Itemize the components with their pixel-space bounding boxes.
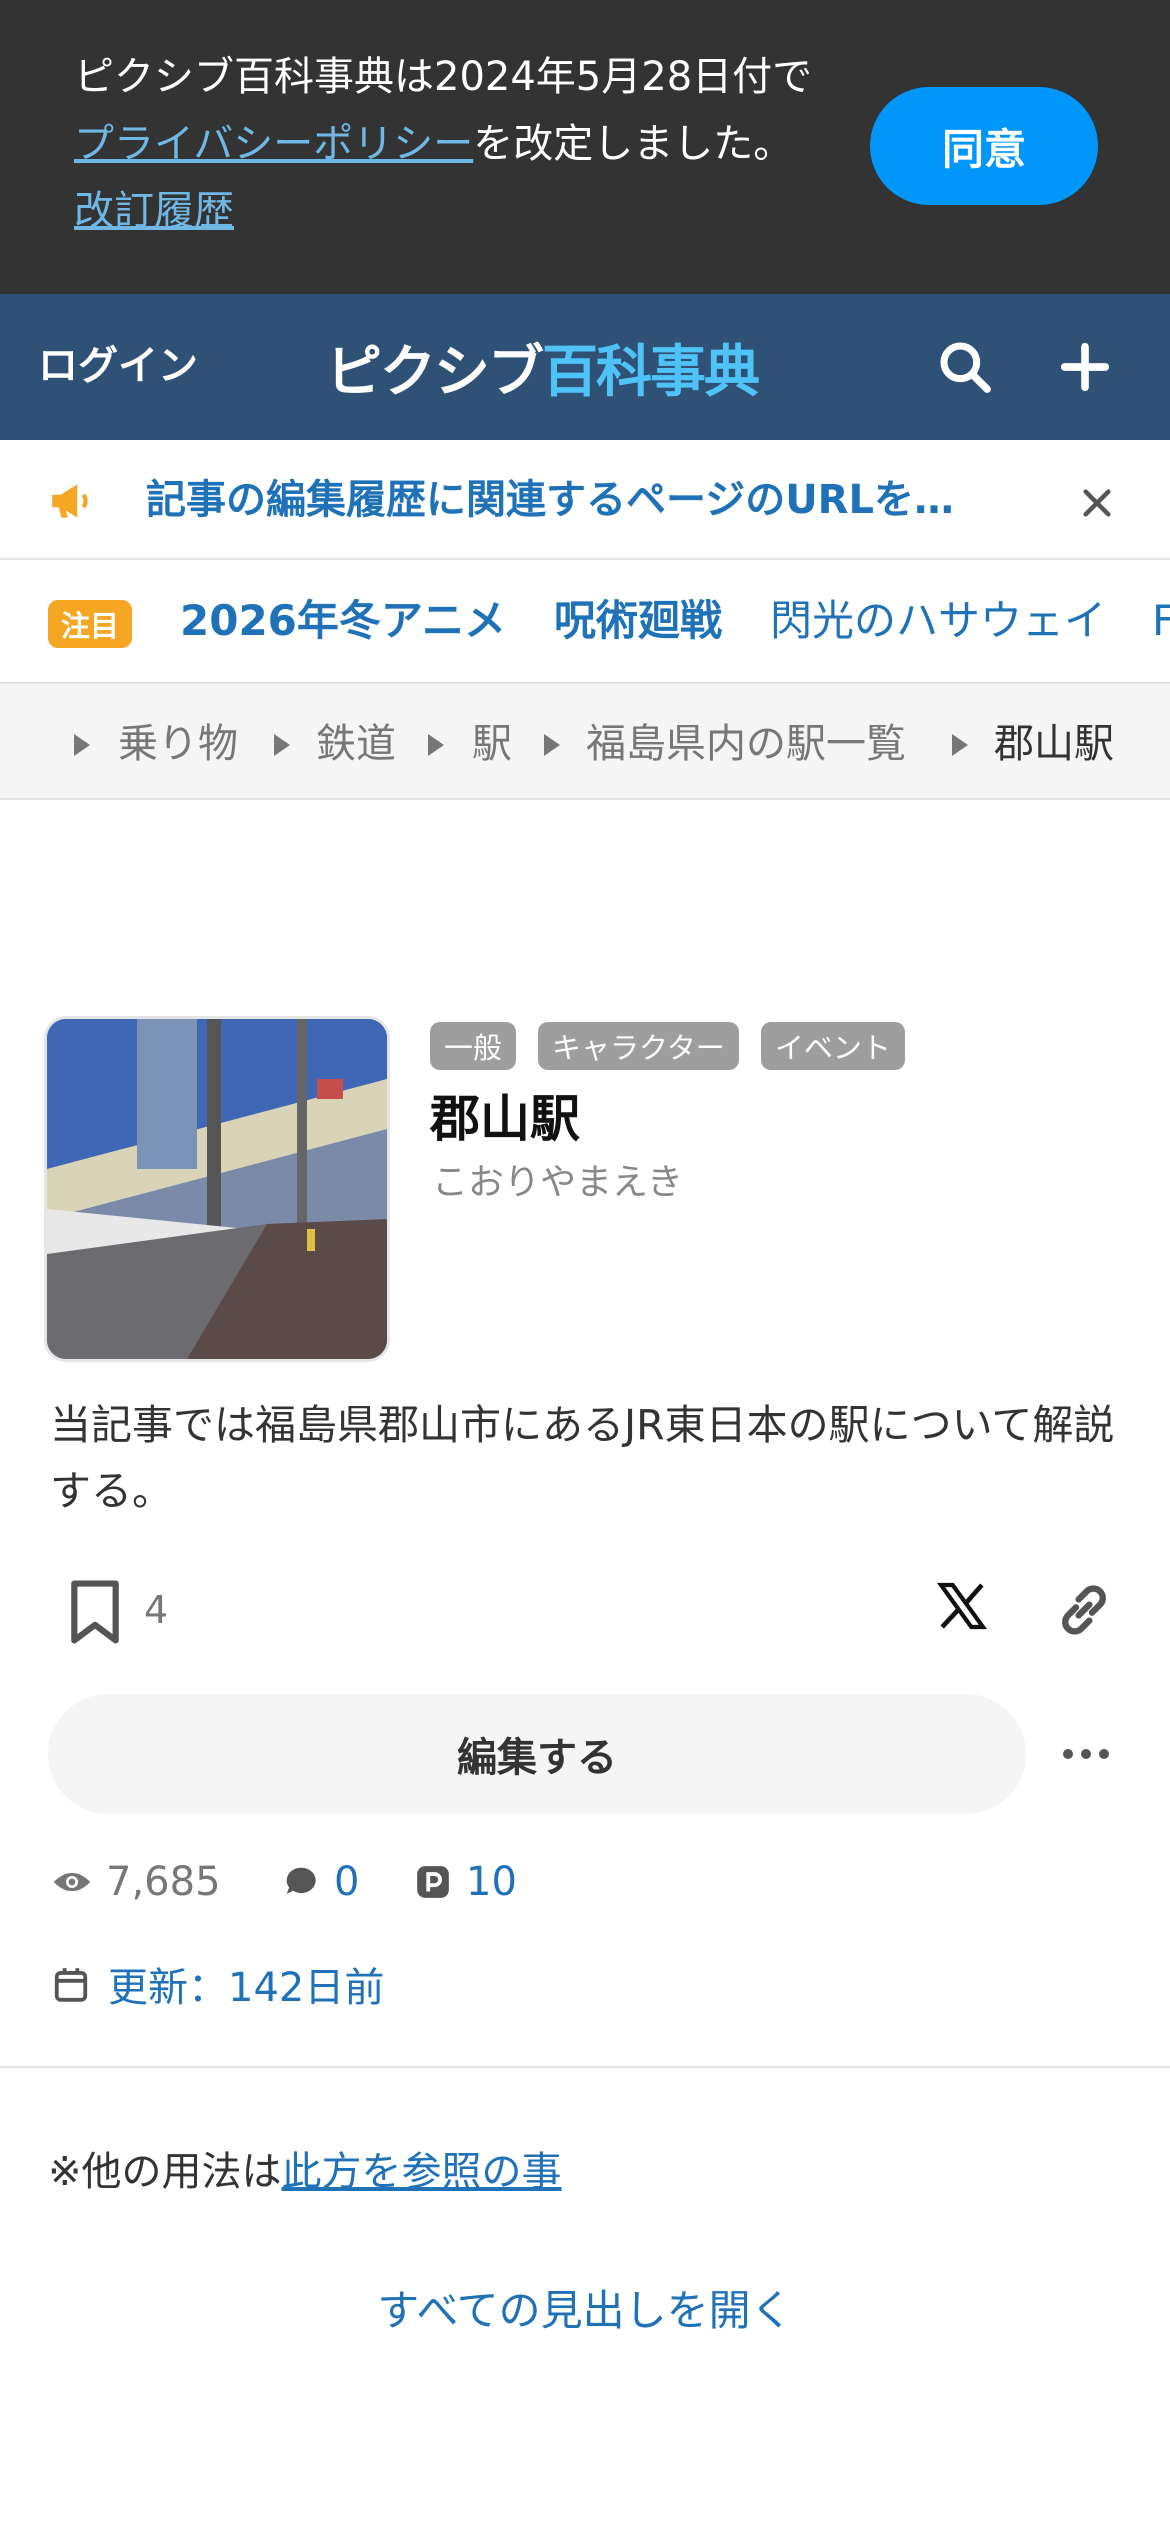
breadcrumb-item[interactable]: 乗り物 (118, 714, 238, 774)
breadcrumb: 乗り物 鉄道 駅 福島県内の駅一覧 郡山駅 (0, 682, 1170, 800)
updated-info: 更新：142日前 (52, 1952, 384, 2016)
plus-icon[interactable] (1052, 334, 1118, 400)
notice-text[interactable]: 記事の編集履歴に関連するページのURLを… (146, 470, 1006, 530)
article-summary: 当記事では福島県郡山市にあるJR東日本の駅について解説する。 (50, 1401, 1115, 1515)
breadcrumb-item[interactable]: 鉄道 (316, 714, 396, 774)
trending-item[interactable]: 閃光のハサウェイ (770, 590, 1106, 652)
bookmark-count: 4 (144, 1588, 169, 1632)
view-count: 7,685 (52, 1852, 221, 1912)
trending-badge: 注目 (48, 600, 132, 648)
breadcrumb-item[interactable]: 駅 (472, 714, 512, 774)
pixiv-icon (417, 1866, 449, 1898)
site-logo[interactable]: ピクシブ 百科事典 (326, 332, 760, 405)
edit-button[interactable]: 編集する (48, 1694, 1026, 1814)
notice-bar: 記事の編集履歴に関連するページのURLを… (0, 440, 1170, 560)
breadcrumb-current: 郡山駅 (994, 721, 1114, 767)
note-prefix: ※他の用法は (48, 2149, 282, 2195)
comment-count[interactable]: 0 (282, 1852, 359, 1912)
eye-icon (53, 1872, 91, 1892)
trending-item[interactable]: F (1152, 590, 1170, 652)
section-divider (0, 2066, 1170, 2068)
search-icon[interactable] (932, 334, 998, 400)
article-title: 郡山駅 (430, 1090, 580, 1148)
calendar-icon (54, 1968, 88, 2002)
bookmark-icon[interactable] (64, 1578, 126, 1646)
pixiv-works-count[interactable]: 10 (414, 1852, 517, 1912)
more-options-icon[interactable] (1056, 1726, 1116, 1782)
revision-history-link[interactable]: 改訂履歴 (74, 188, 234, 234)
breadcrumb-arrow-icon (952, 734, 968, 756)
breadcrumb-arrow-icon (274, 734, 290, 756)
agree-button[interactable]: 同意 (870, 87, 1098, 205)
x-share-icon[interactable] (934, 1578, 996, 1640)
updated-text[interactable]: 更新：142日前 (108, 1955, 384, 2013)
consent-text-after: を改定しました。 (473, 121, 794, 167)
article-thumbnail[interactable] (44, 1016, 390, 1362)
megaphone-icon (46, 476, 96, 526)
breadcrumb-arrow-icon (544, 734, 560, 756)
comment-count-value: 0 (334, 1859, 360, 1905)
privacy-consent-banner: ピクシブ百科事典は2024年5月28日付でプライバシーポリシーを改定しました。改… (0, 0, 1170, 294)
logo-encyclopedia: 百科事典 (542, 339, 760, 405)
consent-message: ピクシブ百科事典は2024年5月28日付でプライバシーポリシーを改定しました。改… (74, 44, 824, 245)
privacy-policy-link[interactable]: プライバシーポリシー (74, 121, 473, 167)
comment-icon (286, 1867, 316, 1894)
trending-bar: 注目 2026年冬アニメ 呪術廻戦 閃光のハサウェイ F (0, 560, 1170, 682)
site-header: ログイン ピクシブ 百科事典 (0, 294, 1170, 440)
disambiguation-note: ※他の用法は此方を参照の事 (48, 2142, 562, 2202)
article-tags: 一般 キャラクター イベント (430, 1022, 905, 1070)
breadcrumb-arrow-icon (74, 734, 90, 756)
pixiv-works-value: 10 (466, 1859, 517, 1905)
trending-item[interactable]: 2026年冬アニメ (180, 590, 506, 652)
consent-text-before: ピクシブ百科事典は2024年5月28日付で (74, 54, 813, 100)
logo-pixiv: ピクシブ (326, 339, 544, 405)
disambiguation-link[interactable]: 此方を参照の事 (282, 2149, 562, 2195)
breadcrumb-arrow-icon (428, 734, 444, 756)
login-link[interactable]: ログイン (38, 336, 198, 396)
view-count-value: 7,685 (106, 1859, 221, 1905)
close-icon[interactable] (1070, 476, 1124, 530)
link-icon[interactable] (1052, 1578, 1118, 1644)
trending-item[interactable]: 呪術廻戦 (554, 590, 722, 652)
breadcrumb-item[interactable]: 福島県内の駅一覧 (586, 714, 906, 774)
tag-character[interactable]: キャラクター (538, 1022, 739, 1070)
article-reading: こおりやまえき (432, 1162, 683, 1203)
tag-general[interactable]: 一般 (430, 1022, 517, 1070)
tag-event[interactable]: イベント (760, 1022, 905, 1070)
open-all-headings-link[interactable]: すべての見出しを開く (0, 2280, 1170, 2342)
